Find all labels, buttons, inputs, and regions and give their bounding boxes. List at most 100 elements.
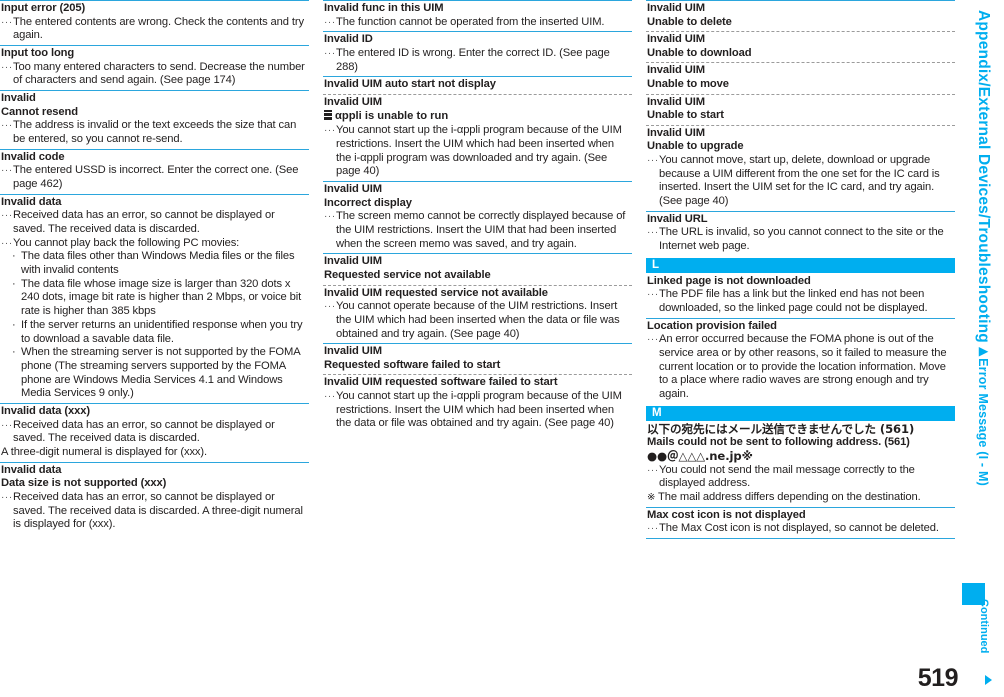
manual-page: Input error (205) ··· The entered contents… bbox=[0, 0, 1004, 697]
leader-dots-icon: ··· bbox=[324, 301, 336, 313]
dashed-separator bbox=[323, 93, 632, 95]
entry-term: Invalid bbox=[1, 92, 36, 104]
entry-description: ··· An error occurred because the FOMA ph… bbox=[646, 333, 955, 402]
entry-term: Unable to upgrade bbox=[647, 140, 744, 153]
dashed-separator bbox=[646, 31, 955, 33]
appli-term-text: αppli is unable to run bbox=[335, 110, 449, 123]
description-text: The Max Cost icon is not displayed, so c… bbox=[659, 522, 939, 535]
leader-dots-icon: ··· bbox=[324, 125, 336, 137]
entry-description: ··· The URL is invalid, so you cannot con… bbox=[646, 226, 955, 253]
entry-description: ··· The entered contents are wrong. Check… bbox=[0, 16, 309, 43]
glossary-entry: Invalid code ··· The entered USSD is incor… bbox=[0, 148, 309, 194]
continued-marker: Continued bbox=[962, 583, 996, 691]
glossary-entry: Invalid UIM Requested software failed to … bbox=[323, 343, 632, 433]
entry-term: Invalid func in this UIM bbox=[324, 2, 444, 14]
alphabet-section-header: M bbox=[646, 405, 955, 421]
leader-dots-icon: ··· bbox=[647, 464, 659, 476]
entry-term: Invalid UIM auto start not display bbox=[324, 78, 496, 91]
dashed-separator bbox=[646, 62, 955, 64]
entry-term: Invalid UIM bbox=[324, 95, 382, 108]
glossary-entry: Input error (205) ··· The entered contents… bbox=[0, 0, 309, 45]
column-container: Input error (205) ··· The entered contents… bbox=[0, 0, 955, 697]
entry-description: ··· You cannot operate because of the UIM… bbox=[323, 300, 632, 341]
entry-term: Unable to download bbox=[647, 46, 752, 59]
entry-term: Invalid URL bbox=[647, 212, 708, 225]
running-head-main: Appendix/External Devices/Troubleshootin… bbox=[975, 10, 992, 343]
entry-term: Invalid UIM requested software failed to… bbox=[324, 376, 558, 389]
leader-dots-icon: ··· bbox=[324, 16, 336, 28]
entry-description: ··· Received data has an error, so cannot… bbox=[0, 491, 309, 532]
leader-dots-icon: ··· bbox=[324, 391, 336, 403]
description-text: You cannot start up the i-αppli program … bbox=[336, 390, 622, 430]
description-text: A three-digit numeral is displayed for (… bbox=[1, 446, 208, 459]
leader-dots-icon: ··· bbox=[324, 47, 336, 59]
description-text: The URL is invalid, so you cannot connec… bbox=[659, 226, 944, 253]
entry-description: ··· The screen memo cannot be correctly d… bbox=[323, 210, 632, 251]
entry-term: Input too long bbox=[1, 47, 75, 59]
description-text: The PDF file has a link but the linked e… bbox=[659, 288, 928, 315]
leader-dots-icon: ··· bbox=[1, 210, 13, 222]
entry-description: ··· You cannot play back the following PC… bbox=[0, 237, 309, 251]
glossary-entry: Location provision failed ··· An error occ… bbox=[646, 317, 955, 404]
leader-dots-icon: ··· bbox=[1, 16, 13, 28]
glossary-entry: Invalid UIM Requested service not availab… bbox=[323, 253, 632, 343]
dashed-separator bbox=[646, 93, 955, 95]
entry-term: Data size is not supported (xxx) bbox=[1, 477, 167, 490]
continued-label: Continued bbox=[978, 599, 990, 654]
entry-term: Location provision failed bbox=[647, 319, 777, 332]
entry-description: ··· The address is invalid or the text ex… bbox=[0, 119, 309, 146]
entry-description: ··· You cannot start up the i-αppli progr… bbox=[323, 124, 632, 179]
sub-list-item: · The data files other than Windows Media… bbox=[12, 250, 309, 277]
entry-term: Max cost icon is not displayed bbox=[647, 508, 806, 521]
entry-description: ··· The entered ID is wrong. Enter the co… bbox=[323, 47, 632, 74]
description-text: You cannot operate because of the UIM re… bbox=[336, 300, 620, 340]
leader-dots-icon: ··· bbox=[647, 154, 659, 166]
entry-term: Invalid code bbox=[1, 150, 65, 163]
entry-term: Invalid UIM bbox=[647, 2, 705, 14]
continued-arrow-icon bbox=[985, 675, 992, 685]
entry-term: Incorrect display bbox=[324, 196, 412, 209]
description-text: You could not send the mail message corr… bbox=[659, 463, 915, 490]
running-head-sub: ▶Error Message (I - M) bbox=[976, 342, 990, 486]
appli-term: αppli is unable to run bbox=[323, 109, 632, 124]
entry-term: Invalid data bbox=[1, 195, 62, 208]
description-text: Too many entered characters to send. Dec… bbox=[13, 60, 305, 87]
description-text: You cannot play back the following PC mo… bbox=[13, 236, 240, 249]
description-text: An error occurred because the FOMA phone… bbox=[659, 333, 947, 401]
column-2: Invalid func in this UIM ··· The function … bbox=[323, 0, 632, 697]
leader-dots-icon: ··· bbox=[1, 419, 13, 431]
footnote-text: The mail address differs depending on th… bbox=[658, 491, 921, 504]
entry-description: ··· The entered USSD is incorrect. Enter … bbox=[0, 164, 309, 191]
entry-description: ··· You cannot move, start up, delete, do… bbox=[646, 154, 955, 209]
bullet-dot-icon: · bbox=[12, 346, 16, 359]
description-text: Received data has an error, so cannot be… bbox=[13, 418, 275, 445]
sub-list: · The data files other than Windows Media… bbox=[0, 250, 309, 401]
column-1: Input error (205) ··· The entered contents… bbox=[0, 0, 309, 697]
description-text: The entered contents are wrong. Check th… bbox=[13, 15, 304, 42]
entry-description: ··· Received data has an error, so cannot… bbox=[0, 209, 309, 236]
page-edge-marginalia: Appendix/External Devices/Troubleshootin… bbox=[918, 0, 1004, 697]
sub-list-item-text: When the streaming server is not support… bbox=[21, 346, 300, 400]
entry-term: Linked page is not downloaded bbox=[647, 274, 811, 287]
glossary-entry: Invalid UIM Unable to delete Invalid UIM Un… bbox=[646, 0, 955, 211]
description-text: The entered ID is wrong. Enter the corre… bbox=[336, 46, 610, 73]
glossary-entry: Linked page is not downloaded ··· The PDF … bbox=[646, 274, 955, 318]
reference-mark-icon: ※ bbox=[647, 492, 656, 504]
glossary-entry: Invalid ID ··· The entered ID is wrong. En… bbox=[323, 31, 632, 76]
entry-term: Unable to start bbox=[647, 109, 724, 122]
entry-term: Mails could not be sent to following add… bbox=[647, 436, 910, 449]
dashed-separator bbox=[646, 124, 955, 126]
entry-term: Requested software failed to start bbox=[324, 358, 501, 371]
entry-term: Invalid UIM requested service not availa… bbox=[324, 286, 548, 299]
entry-term: Invalid UIM bbox=[324, 255, 382, 268]
description-text: The address is invalid or the text excee… bbox=[13, 119, 297, 145]
leader-dots-icon: ··· bbox=[1, 237, 13, 249]
sub-list-item: · If the server returns an unidentified r… bbox=[12, 319, 309, 346]
entry-description: A three-digit numeral is displayed for (… bbox=[0, 446, 309, 460]
entry-description: ··· You cannot start up the i-αppli progr… bbox=[323, 390, 632, 431]
glossary-entry: Invalid Cannot resend ··· The address is in… bbox=[0, 90, 309, 149]
description-text: The function cannot be operated from the… bbox=[336, 15, 605, 28]
entry-term: Invalid UIM bbox=[647, 64, 705, 77]
page-number: 519 bbox=[917, 664, 959, 692]
glossary-entry: Invalid UIM auto start not display Invali… bbox=[323, 76, 632, 181]
